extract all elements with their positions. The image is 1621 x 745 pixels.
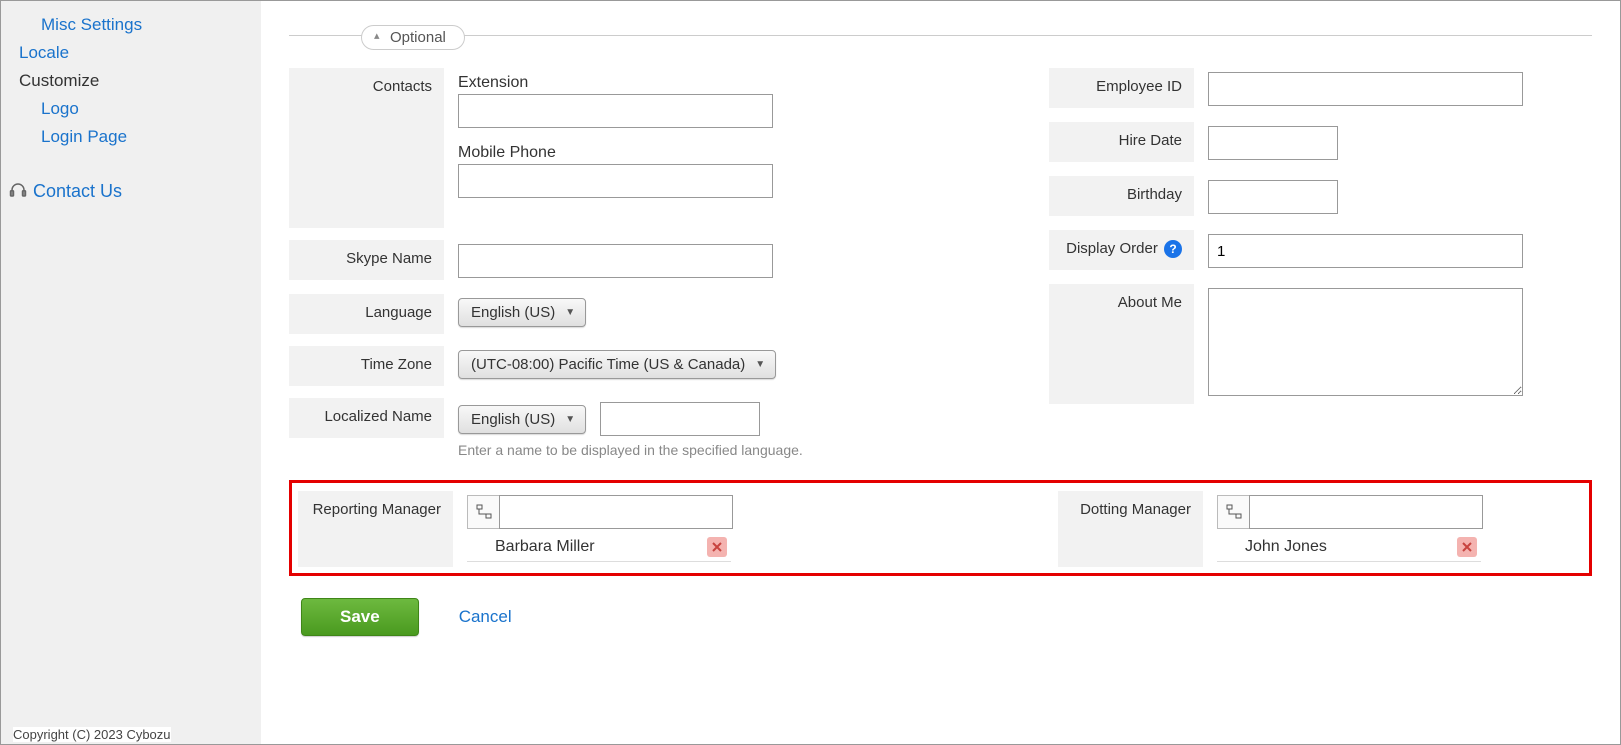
label-hire-date: Hire Date xyxy=(1049,122,1194,162)
display-order-input[interactable] xyxy=(1208,234,1523,268)
label-birthday: Birthday xyxy=(1049,176,1194,216)
localized-name-input[interactable] xyxy=(600,402,760,436)
dotting-manager-chip: John Jones xyxy=(1217,531,1481,562)
nav-login-page[interactable]: Login Page xyxy=(19,123,261,151)
nav-contact-us[interactable]: Contact Us xyxy=(33,177,122,206)
label-about-me: About Me xyxy=(1049,284,1194,404)
dotting-manager-remove-button[interactable] xyxy=(1457,537,1477,557)
mobile-phone-input[interactable] xyxy=(458,164,773,198)
nav-misc-settings[interactable]: Misc Settings xyxy=(19,11,261,39)
nav-locale[interactable]: Locale xyxy=(19,39,261,67)
close-icon xyxy=(712,542,722,552)
employee-id-input[interactable] xyxy=(1208,72,1523,106)
label-timezone: Time Zone xyxy=(289,346,444,386)
label-display-order: Display Order ? xyxy=(1049,230,1194,270)
chevron-down-icon: ▼ xyxy=(565,414,575,425)
about-me-textarea[interactable] xyxy=(1208,288,1523,396)
org-tree-icon xyxy=(1226,504,1242,520)
reporting-manager-input[interactable] xyxy=(499,495,733,529)
reporting-manager-tree-button[interactable] xyxy=(467,495,499,529)
hire-date-input[interactable] xyxy=(1208,126,1338,160)
label-dotting-manager: Dotting Manager xyxy=(1058,491,1203,567)
fieldset-toggle-optional[interactable]: Optional xyxy=(361,25,465,50)
label-employee-id: Employee ID xyxy=(1049,68,1194,108)
label-mobile-phone: Mobile Phone xyxy=(458,144,1049,162)
main-content: Optional Contacts Extension Mobile Phone… xyxy=(261,1,1620,744)
localized-name-hint: Enter a name to be displayed in the spec… xyxy=(458,442,1049,458)
label-reporting-manager: Reporting Manager xyxy=(298,491,453,567)
chevron-down-icon: ▼ xyxy=(565,307,575,318)
save-button[interactable]: Save xyxy=(301,598,419,636)
reporting-manager-name: Barbara Miller xyxy=(495,538,595,556)
fieldset-divider xyxy=(289,35,1592,36)
copyright-text: Copyright (C) 2023 Cybozu xyxy=(13,727,171,742)
label-contacts: Contacts xyxy=(289,68,444,228)
reporting-manager-chip: Barbara Miller xyxy=(467,531,731,562)
close-icon xyxy=(1462,542,1472,552)
localized-lang-select[interactable]: English (US) ▼ xyxy=(458,405,586,434)
cancel-link[interactable]: Cancel xyxy=(459,607,512,627)
label-localized-name: Localized Name xyxy=(289,398,444,438)
localized-lang-value: English (US) xyxy=(471,411,555,428)
label-extension: Extension xyxy=(458,74,1049,92)
dotting-manager-name: John Jones xyxy=(1245,538,1327,556)
birthday-input[interactable] xyxy=(1208,180,1338,214)
dotting-manager-input[interactable] xyxy=(1249,495,1483,529)
nav-logo[interactable]: Logo xyxy=(19,95,261,123)
nav-customize-section: Customize xyxy=(19,67,261,95)
label-skype: Skype Name xyxy=(289,240,444,280)
timezone-select[interactable]: (UTC-08:00) Pacific Time (US & Canada) ▼ xyxy=(458,350,776,379)
org-tree-icon xyxy=(476,504,492,520)
headset-icon xyxy=(9,181,27,203)
sidebar: Misc Settings Locale Customize Logo Logi… xyxy=(1,1,261,744)
help-icon[interactable]: ? xyxy=(1164,240,1182,258)
language-select[interactable]: English (US) ▼ xyxy=(458,298,586,327)
timezone-select-value: (UTC-08:00) Pacific Time (US & Canada) xyxy=(471,356,745,373)
chevron-down-icon: ▼ xyxy=(755,359,765,370)
label-language: Language xyxy=(289,294,444,334)
reporting-manager-remove-button[interactable] xyxy=(707,537,727,557)
language-select-value: English (US) xyxy=(471,304,555,321)
extension-input[interactable] xyxy=(458,94,773,128)
managers-highlight-box: Reporting Manager Barbara Miller xyxy=(289,480,1592,576)
dotting-manager-tree-button[interactable] xyxy=(1217,495,1249,529)
skype-input[interactable] xyxy=(458,244,773,278)
